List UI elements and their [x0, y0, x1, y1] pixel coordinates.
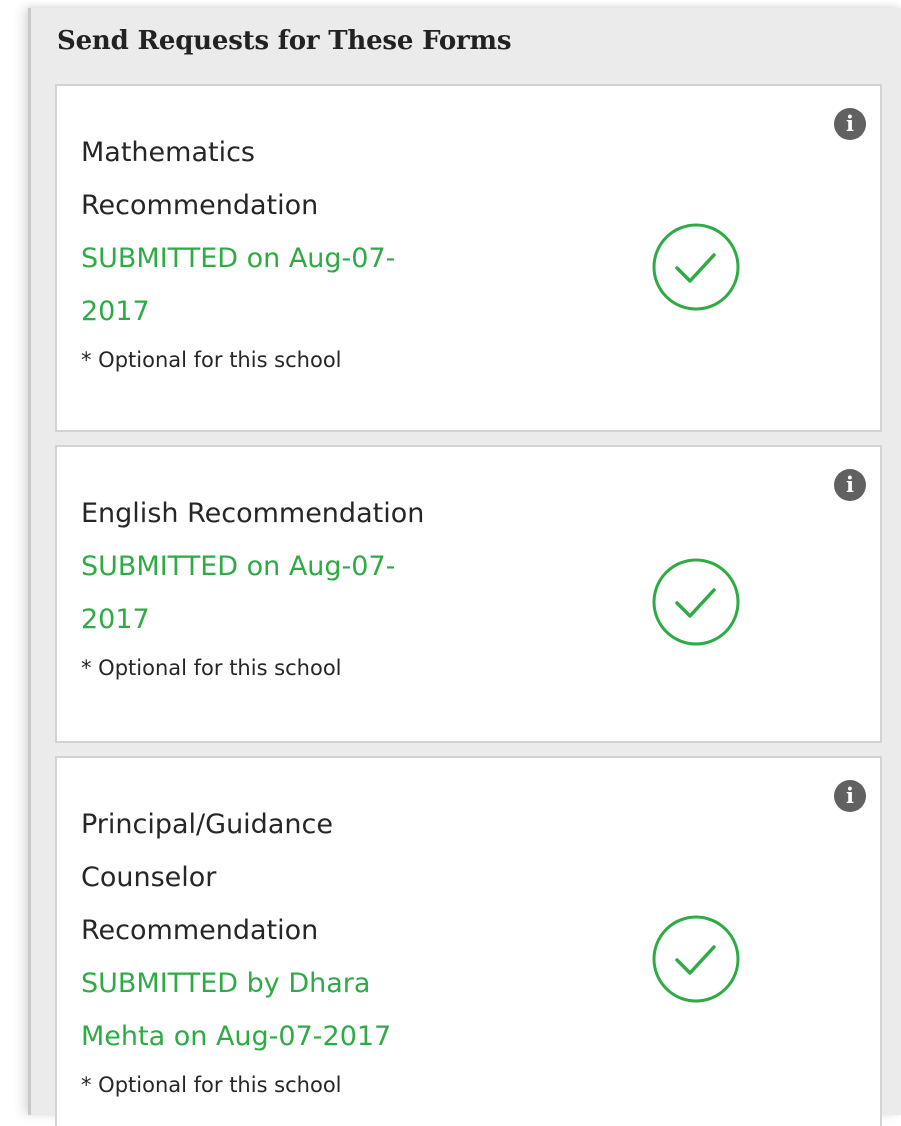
optional-note: * Optional for this school — [81, 1073, 342, 1097]
submission-status-line: SUBMITTED by Dhara — [81, 968, 371, 999]
info-icon[interactable]: i — [834, 108, 866, 140]
submission-status-line: SUBMITTED on Aug-07- — [81, 551, 396, 582]
check-circle-icon — [652, 558, 740, 646]
form-name-line: Principal/Guidance — [81, 809, 333, 840]
form-name-line: Recommendation — [81, 190, 319, 221]
submission-status-line: 2017 — [81, 296, 150, 327]
panel-title: Send Requests for These Forms — [57, 26, 512, 56]
form-card-body: English Recommendation SUBMITTED on Aug-… — [81, 487, 501, 684]
form-name-line: Counselor — [81, 862, 217, 893]
form-card-body: Mathematics Recommendation SUBMITTED on … — [81, 126, 501, 376]
form-card-body: Principal/Guidance Counselor Recommendat… — [81, 798, 501, 1101]
form-card-mathematics: i Mathematics Recommendation SUBMITTED o… — [55, 84, 882, 432]
screenshot-frame: Send Requests for These Forms i Mathemat… — [0, 0, 901, 1126]
submission-status-line: SUBMITTED on Aug-07- — [81, 243, 396, 274]
form-name-line: Mathematics — [81, 137, 255, 168]
check-circle-icon — [652, 223, 740, 311]
form-name-line: English Recommendation — [81, 498, 425, 529]
info-icon[interactable]: i — [834, 780, 866, 812]
form-card-english: i English Recommendation SUBMITTED on Au… — [55, 445, 882, 743]
forms-request-panel: Send Requests for These Forms i Mathemat… — [28, 8, 901, 1126]
optional-note: * Optional for this school — [81, 348, 342, 372]
submission-status-line: Mehta on Aug-07-2017 — [81, 1021, 392, 1052]
form-card-principal-guidance: i Principal/Guidance Counselor Recommend… — [55, 756, 882, 1126]
info-icon[interactable]: i — [834, 469, 866, 501]
form-name-line: Recommendation — [81, 915, 319, 946]
submission-status-line: 2017 — [81, 604, 150, 635]
optional-note: * Optional for this school — [81, 656, 342, 680]
check-circle-icon — [652, 915, 740, 1003]
